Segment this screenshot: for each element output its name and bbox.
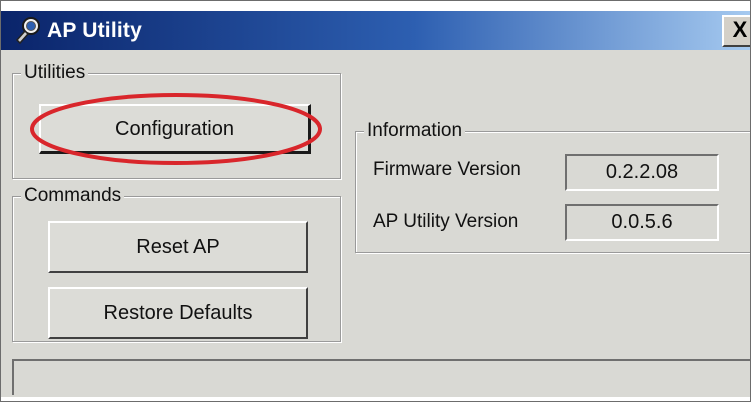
wrench-magnifier-icon [15,17,40,45]
title-bar[interactable]: AP Utility X [1,1,750,50]
bottom-margin [1,397,750,401]
reset-ap-button[interactable]: Reset AP [48,221,308,273]
ap-utility-version-value: 0.0.5.6 [565,204,719,241]
status-bar [12,359,750,395]
ap-utility-window: AP Utility X Utilities Configuration Com… [0,0,751,402]
configuration-button[interactable]: Configuration [39,104,311,154]
commands-group-label: Commands [21,184,125,208]
ap-utility-version-label: AP Utility Version [373,211,519,232]
window-title: AP Utility [47,19,142,42]
information-group-label: Information [364,119,466,143]
close-button[interactable]: X [722,15,750,47]
restore-defaults-button[interactable]: Restore Defaults [48,287,308,339]
utilities-group-label: Utilities [21,61,89,85]
firmware-version-label: Firmware Version [373,159,521,180]
top-margin [1,1,750,11]
firmware-version-value: 0.2.2.08 [565,154,719,191]
